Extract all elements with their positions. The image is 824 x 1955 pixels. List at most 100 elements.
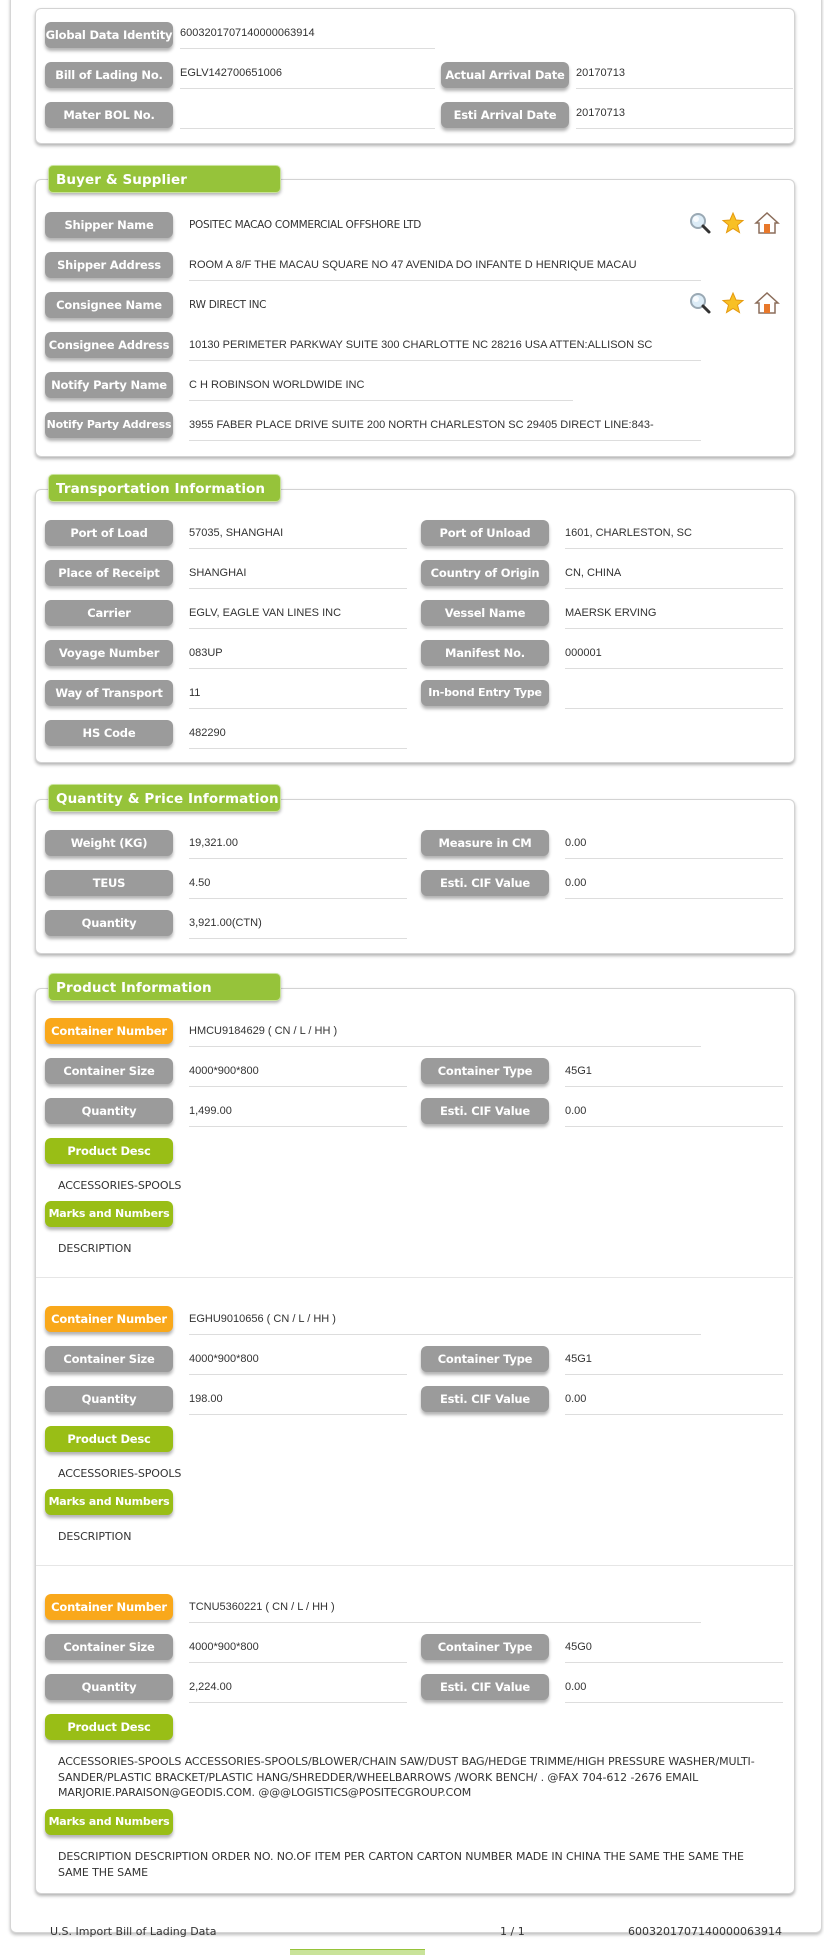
value-container-type: 45G0 (565, 1638, 783, 1663)
value-container-size: 4000*900*800 (189, 1638, 407, 1663)
value-notify-party-address: 3955 FABER PLACE DRIVE SUITE 200 NORTH C… (189, 416, 701, 441)
value-carrier: EGLV, EAGLE VAN LINES INC (189, 604, 407, 629)
search-icon[interactable] (688, 291, 712, 315)
value-manifest-no: 000001 (565, 644, 783, 669)
label-vessel-name: Vessel Name (421, 600, 549, 626)
home-icon[interactable] (754, 291, 780, 315)
value-vessel-name: MAERSK ERVING (565, 604, 783, 629)
label-container-size: Container Size (45, 1346, 173, 1372)
value-container-size: 4000*900*800 (189, 1062, 407, 1087)
value-shipper-address: ROOM A 8/F THE MACAU SQUARE NO 47 AVENID… (189, 256, 701, 281)
value-marks-numbers: DESCRIPTION DESCRIPTION ORDER NO. NO.OF … (58, 1850, 744, 1879)
section-title-product: Product Information (48, 973, 281, 1001)
label-shipper-name: Shipper Name (45, 212, 173, 238)
label-notify-party-name: Notify Party Name (45, 372, 173, 398)
next-page-stub (290, 1949, 425, 1955)
label-measure-in-cm: Measure in CM (421, 830, 549, 856)
value-container-cif: 0.00 (565, 1678, 783, 1703)
label-product-desc: Product Desc (45, 1714, 173, 1740)
label-esti-cif-value: Esti. CIF Value (421, 870, 549, 896)
label-port-of-load: Port of Load (45, 520, 173, 546)
star-icon[interactable] (721, 211, 745, 235)
label-master-bol: Mater BOL No. (45, 102, 173, 128)
label-hs-code: HS Code (45, 720, 173, 746)
home-icon[interactable] (754, 211, 780, 235)
value-country-of-origin: CN, CHINA (565, 564, 783, 589)
value-container-type: 45G1 (565, 1062, 783, 1087)
value-product-desc: ACCESSORIES-SPOOLS (58, 1467, 182, 1480)
value-in-bond-entry-type (565, 684, 783, 709)
value-container-number: HMCU9184629 ( CN / L / HH ) (189, 1022, 701, 1047)
label-weight: Weight (KG) (45, 830, 173, 856)
search-icon[interactable] (688, 211, 712, 235)
label-country-of-origin: Country of Origin (421, 560, 549, 586)
label-notify-party-address: Notify Party Address (45, 412, 173, 438)
section-title-quantity-price: Quantity & Price Information (48, 784, 281, 812)
label-container-cif: Esti. CIF Value (421, 1098, 549, 1124)
value-marks-numbers: DESCRIPTION (58, 1530, 132, 1543)
value-notify-party-name: C H ROBINSON WORLDWIDE INC (189, 376, 573, 401)
footer-record-id: 6003201707140000063914 (628, 1925, 782, 1938)
value-global-data-identity: 6003201707140000063914 (180, 24, 435, 49)
label-container-cif: Esti. CIF Value (421, 1674, 549, 1700)
label-consignee-address: Consignee Address (45, 332, 173, 358)
value-weight: 19,321.00 (189, 834, 407, 859)
label-actual-arrival-date: Actual Arrival Date (441, 62, 569, 88)
value-voyage-number: 083UP (189, 644, 407, 669)
label-container-type: Container Type (421, 1634, 549, 1660)
label-container-number: Container Number (45, 1306, 173, 1332)
label-container-number: Container Number (45, 1594, 173, 1620)
value-place-of-receipt: SHANGHAI (189, 564, 407, 589)
value-container-quantity: 2,224.00 (189, 1678, 407, 1703)
label-in-bond-entry-type: In-bond Entry Type (421, 680, 549, 706)
value-container-size: 4000*900*800 (189, 1350, 407, 1375)
label-container-type: Container Type (421, 1346, 549, 1372)
value-teus: 4.50 (189, 874, 407, 899)
value-container-cif: 0.00 (565, 1390, 783, 1415)
label-container-number: Container Number (45, 1018, 173, 1044)
label-container-size: Container Size (45, 1634, 173, 1660)
footer-page-number: 1 / 1 (500, 1925, 525, 1938)
label-container-quantity: Quantity (45, 1098, 173, 1124)
label-container-quantity: Quantity (45, 1386, 173, 1412)
shipper-action-icons (688, 211, 780, 235)
label-marks-numbers: Marks and Numbers (45, 1809, 173, 1835)
value-master-bol (180, 104, 435, 129)
value-container-type: 45G1 (565, 1350, 783, 1375)
value-esti-arrival-date: 20170713 (576, 104, 793, 129)
label-bill-of-lading: Bill of Lading No. (45, 62, 173, 88)
label-shipper-address: Shipper Address (45, 252, 173, 278)
label-carrier: Carrier (45, 600, 173, 626)
value-container-quantity: 198.00 (189, 1390, 407, 1415)
value-port-of-load: 57035, SHANGHAI (189, 524, 407, 549)
star-icon[interactable] (721, 291, 745, 315)
label-consignee-name: Consignee Name (45, 292, 173, 318)
section-title-transportation: Transportation Information (48, 474, 281, 502)
label-container-quantity: Quantity (45, 1674, 173, 1700)
value-shipper-name[interactable]: POSITEC MACAO COMMERCIAL OFFSHORE LTD (189, 216, 709, 240)
value-actual-arrival-date: 20170713 (576, 64, 793, 89)
value-bill-of-lading: EGLV142700651006 (180, 64, 435, 89)
value-product-desc: ACCESSORIES-SPOOLS (58, 1179, 182, 1192)
label-teus: TEUS (45, 870, 173, 896)
section-title-buyer-supplier: Buyer & Supplier Information (48, 165, 281, 216)
label-way-of-transport: Way of Transport (45, 680, 173, 706)
value-product-desc: ACCESSORIES-SPOOLS ACCESSORIES-SPOOLS/BL… (58, 1755, 755, 1799)
label-container-type: Container Type (421, 1058, 549, 1084)
container-divider (36, 1565, 793, 1566)
label-manifest-no: Manifest No. (421, 640, 549, 666)
label-port-of-unload: Port of Unload (421, 520, 549, 546)
label-marks-numbers: Marks and Numbers (45, 1201, 173, 1227)
label-container-cif: Esti. CIF Value (421, 1386, 549, 1412)
value-consignee-name[interactable]: RW DIRECT INC (189, 296, 709, 320)
label-product-desc: Product Desc (45, 1426, 173, 1452)
label-voyage-number: Voyage Number (45, 640, 173, 666)
value-marks-numbers: DESCRIPTION (58, 1242, 132, 1255)
container-divider (36, 1277, 793, 1278)
value-hs-code: 482290 (189, 724, 407, 749)
value-container-number: TCNU5360221 ( CN / L / HH ) (189, 1598, 701, 1623)
value-measure-in-cm: 0.00 (565, 834, 783, 859)
label-place-of-receipt: Place of Receipt (45, 560, 173, 586)
value-quantity: 3,921.00(CTN) (189, 914, 407, 939)
label-quantity: Quantity (45, 910, 173, 936)
